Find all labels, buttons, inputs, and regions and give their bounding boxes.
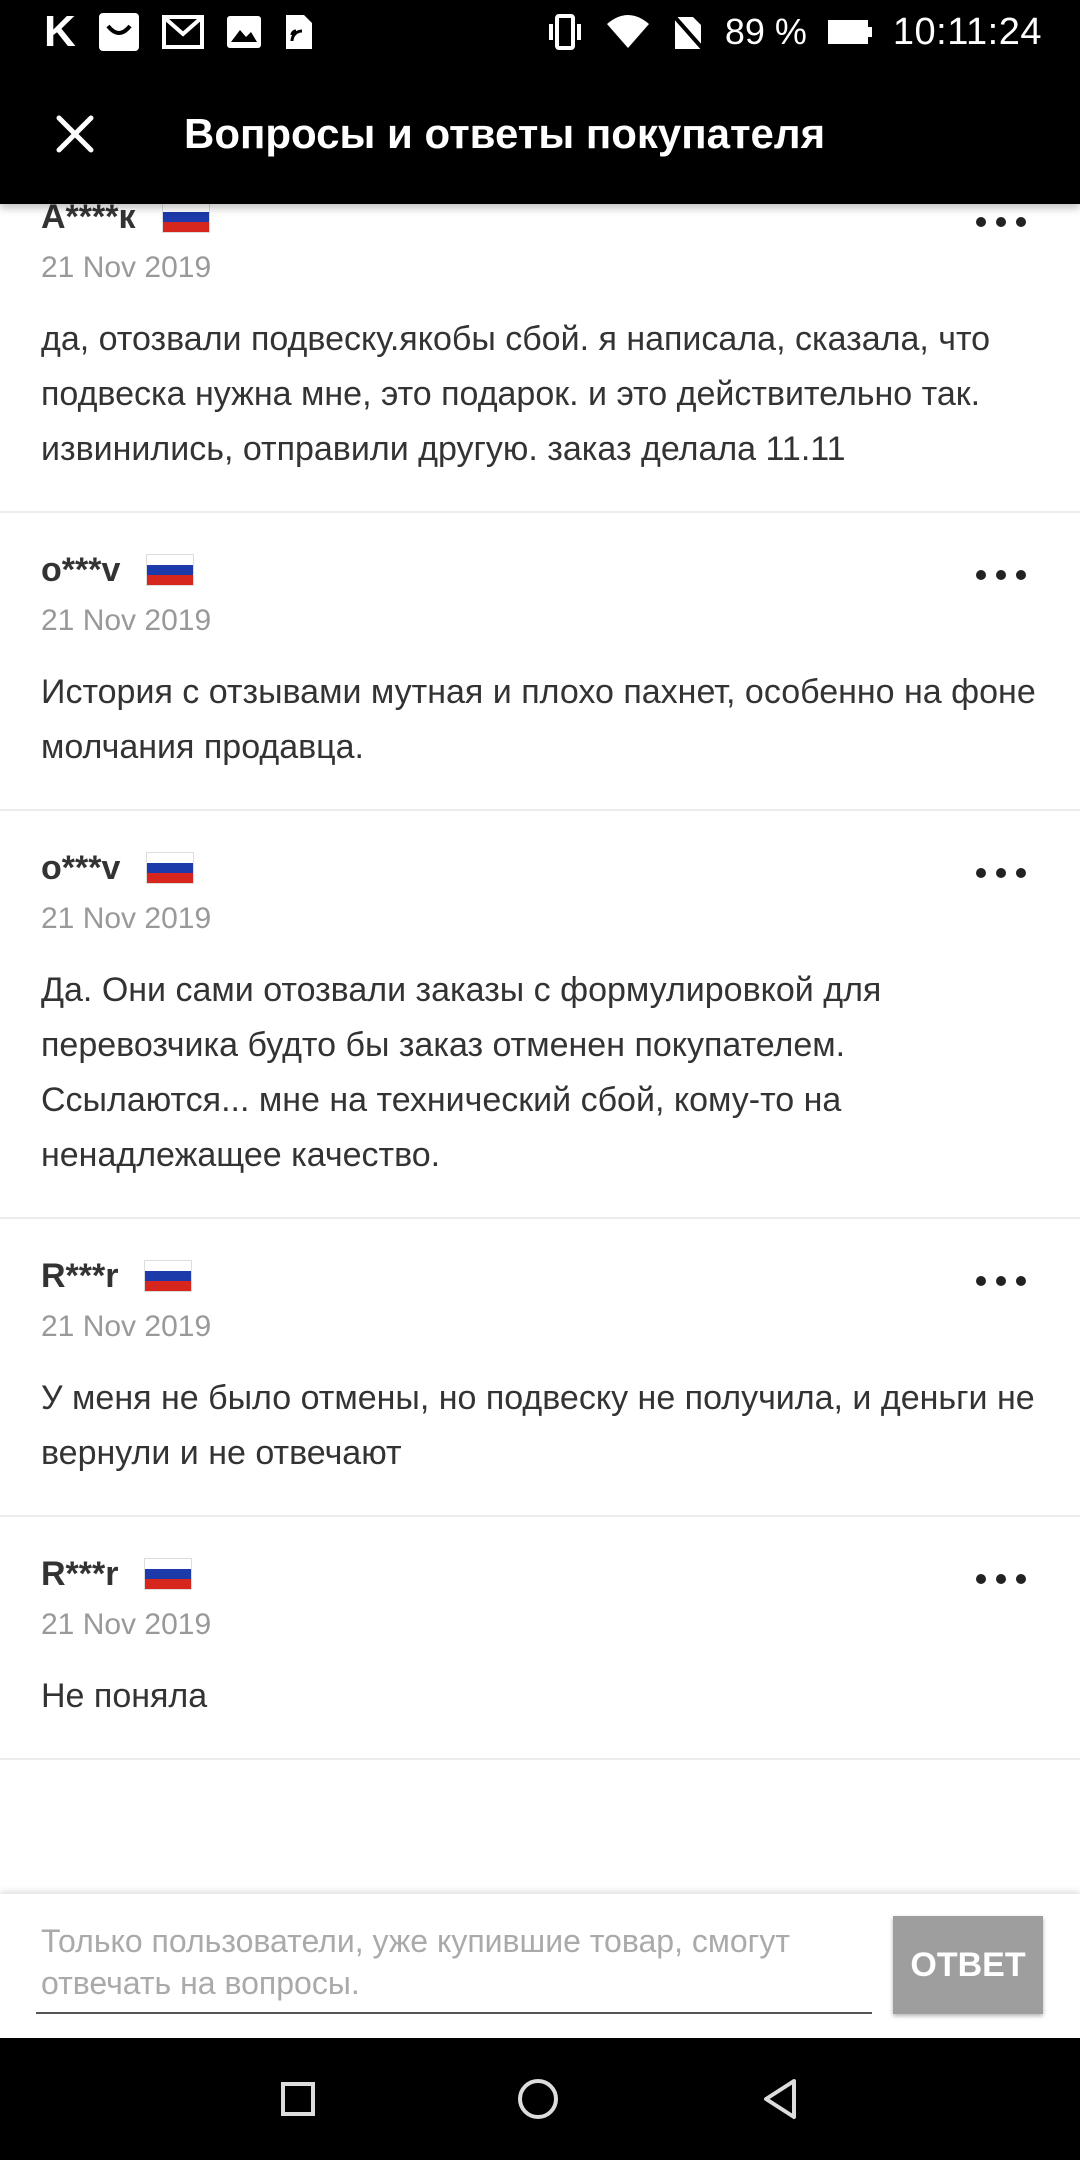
post-date: 21 Nov 2019: [41, 604, 212, 637]
more-options-button[interactable]: [976, 1569, 1026, 1589]
answer-button[interactable]: ОТВЕТ: [893, 1916, 1043, 2014]
author-name: o***v: [41, 848, 121, 887]
answer-text: История с отзывами мутная и плохо пахнет…: [41, 673, 1036, 766]
more-horizontal-icon: [976, 570, 986, 580]
more-options-button[interactable]: [976, 212, 1026, 232]
post-date: 21 Nov 2019: [41, 902, 212, 935]
sim-data-icon: [284, 13, 314, 51]
screen: K 89 % 10:11:24 Вопросы и ответы покупат…: [0, 0, 1080, 2160]
home-button[interactable]: [516, 2077, 560, 2121]
more-options-button[interactable]: [976, 1271, 1026, 1291]
no-sim-icon: [671, 13, 705, 51]
post-date: 21 Nov 2019: [41, 1310, 212, 1343]
app-k-icon: K: [44, 7, 76, 56]
more-horizontal-icon: [976, 217, 986, 227]
answer-text: У меня не было отмены, но подвеску не по…: [41, 1379, 1035, 1472]
close-button[interactable]: [0, 64, 150, 204]
recent-apps-button[interactable]: [280, 2081, 316, 2117]
answer-input[interactable]: [36, 1914, 872, 2014]
post-date: 21 Nov 2019: [41, 1608, 212, 1641]
russia-flag-icon: [144, 1558, 193, 1590]
author-name: А****к: [41, 204, 136, 236]
more-horizontal-icon: [976, 868, 986, 878]
qa-list: А****к 21 Nov 2019 да, отозвали подвеску…: [0, 204, 1080, 1760]
wifi-icon: [605, 14, 651, 50]
gmail-icon: [161, 14, 204, 50]
more-horizontal-icon: [976, 1276, 986, 1286]
answer-bar: ОТВЕТ: [0, 1894, 1080, 2038]
answer-text: да, отозвали подвеску.якобы сбой. я напи…: [41, 320, 991, 468]
more-horizontal-icon: [976, 1574, 986, 1584]
russia-flag-icon: [144, 1260, 193, 1292]
author-name: o***v: [41, 550, 121, 589]
list-item: o***v 21 Nov 2019 Да. Они сами отозвали …: [0, 811, 1080, 1219]
clock: 10:11:24: [892, 10, 1042, 53]
answer-text: Не поняла: [41, 1677, 208, 1715]
system-nav-bar: [0, 2038, 1080, 2160]
list-item: А****к 21 Nov 2019 да, отозвали подвеску…: [0, 204, 1080, 513]
message-icon: [98, 12, 140, 52]
battery-icon: [827, 19, 873, 45]
square-icon: [281, 2082, 315, 2116]
list-item: R***r 21 Nov 2019 Не поняла: [0, 1517, 1080, 1760]
status-bar: K 89 % 10:11:24: [0, 0, 1080, 64]
russia-flag-icon: [161, 204, 210, 233]
post-date: 21 Nov 2019: [41, 251, 212, 284]
back-button[interactable]: [760, 2077, 800, 2121]
answer-text: Да. Они сами отозвали заказы с формулиро…: [41, 971, 882, 1174]
qa-list-container[interactable]: А****к 21 Nov 2019 да, отозвали подвеску…: [0, 204, 1080, 1894]
close-icon: [56, 115, 94, 153]
list-item: R***r 21 Nov 2019 У меня не было отмены,…: [0, 1219, 1080, 1517]
more-options-button[interactable]: [976, 565, 1026, 585]
author-name: R***r: [41, 1256, 119, 1295]
page-title: Вопросы и ответы покупателя: [184, 110, 826, 157]
image-icon: [226, 15, 262, 49]
back-triangle-icon: [764, 2079, 796, 2119]
battery-percentage: 89 %: [724, 11, 807, 52]
vibrate-icon: [545, 12, 585, 52]
circle-icon: [518, 2079, 558, 2119]
more-options-button[interactable]: [976, 863, 1026, 883]
author-name: R***r: [41, 1554, 119, 1593]
app-bar: Вопросы и ответы покупателя: [0, 64, 1080, 204]
list-item: o***v 21 Nov 2019 История с отзывами мут…: [0, 513, 1080, 811]
russia-flag-icon: [146, 554, 195, 586]
russia-flag-icon: [146, 852, 195, 884]
